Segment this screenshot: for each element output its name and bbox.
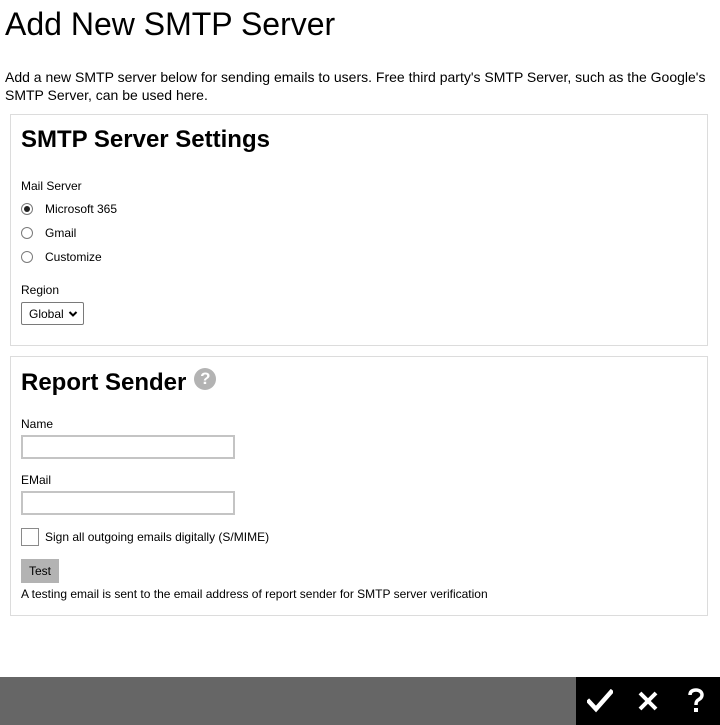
sign-emails-checkbox[interactable]: [21, 528, 39, 546]
report-sender-heading: Report Sender?: [21, 368, 217, 398]
mail-server-option-customize[interactable]: Customize: [21, 249, 102, 265]
page-title: Add New SMTP Server: [5, 6, 336, 42]
region-label: Region: [21, 283, 60, 297]
smtp-settings-heading: SMTP Server Settings: [21, 126, 270, 153]
mail-server-label: Mail Server: [21, 179, 82, 193]
sender-email-label: EMail: [21, 473, 52, 487]
help-button[interactable]: [672, 677, 720, 725]
sign-emails-label: Sign all outgoing emails digitally (S/MI…: [45, 530, 270, 544]
footer-actions: [576, 677, 720, 725]
confirm-button[interactable]: [576, 677, 624, 725]
test-button[interactable]: Test: [21, 559, 59, 583]
mail-server-option-microsoft-365[interactable]: Microsoft 365: [21, 201, 117, 217]
close-icon: [638, 691, 658, 711]
report-sender-heading-text: Report Sender: [21, 369, 187, 396]
footer-bar: [0, 677, 720, 725]
radio-label-gmail: Gmail: [45, 226, 77, 240]
region-select[interactable]: Global: [21, 302, 84, 325]
add-smtp-server-page: Add New SMTP Server Add a new SMTP serve…: [0, 0, 720, 725]
radio-microsoft-365[interactable]: [21, 203, 33, 215]
sender-name-input[interactable]: [21, 435, 235, 459]
radio-label-customize: Customize: [45, 250, 102, 264]
sign-emails-option[interactable]: Sign all outgoing emails digitally (S/MI…: [21, 528, 269, 546]
sender-email-input[interactable]: [21, 491, 235, 515]
test-hint-text: A testing email is sent to the email add…: [21, 587, 488, 601]
smtp-server-settings-panel: SMTP Server Settings Mail Server Microso…: [10, 114, 708, 346]
help-icon: [688, 688, 704, 712]
region-select-value: Global: [29, 306, 64, 321]
check-icon: [587, 689, 613, 713]
radio-gmail[interactable]: [21, 227, 33, 239]
radio-customize[interactable]: [21, 251, 33, 263]
cancel-button[interactable]: [624, 677, 672, 725]
help-circle-icon[interactable]: ?: [194, 368, 217, 390]
page-description: Add a new SMTP server below for sending …: [5, 69, 706, 103]
sender-name-label: Name: [21, 417, 54, 431]
chevron-down-icon: [68, 310, 77, 317]
radio-label-microsoft-365: Microsoft 365: [45, 202, 118, 216]
report-sender-panel: Report Sender? Name EMail Sign all outgo…: [10, 356, 708, 616]
mail-server-option-gmail[interactable]: Gmail: [21, 225, 76, 241]
